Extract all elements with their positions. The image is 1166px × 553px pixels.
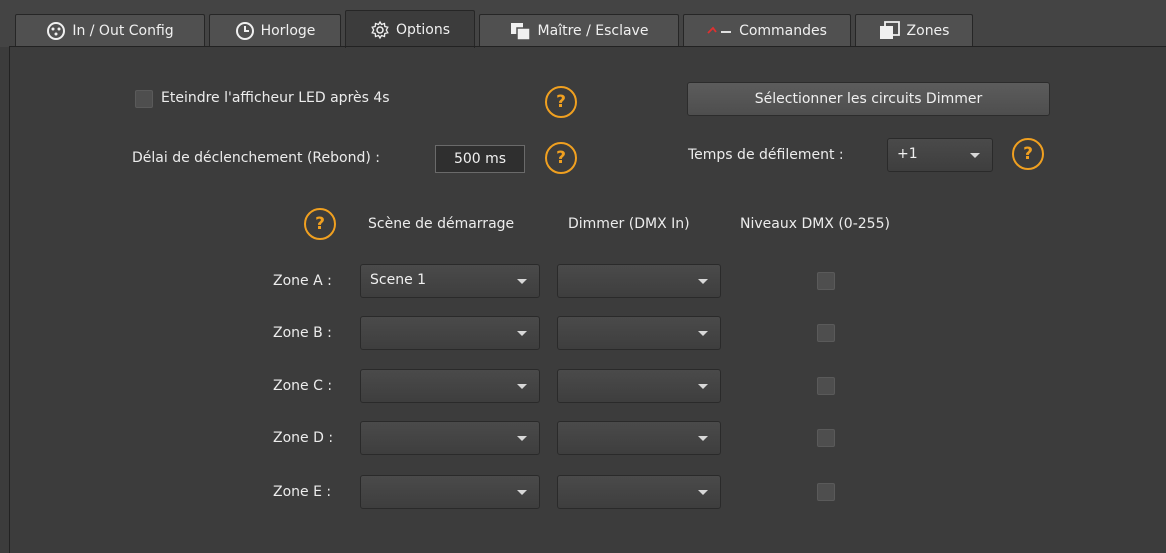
zone-b-dmx-levels-checkbox[interactable] (817, 324, 835, 342)
help-icon-scroll[interactable]: ? (1012, 138, 1044, 170)
chevron-down-icon (698, 331, 708, 336)
zone-c-dmx-levels-checkbox[interactable] (817, 377, 835, 395)
tab-in-out-config[interactable]: In / Out Config (15, 14, 205, 47)
zone-d-scene-select[interactable] (360, 421, 540, 455)
zone-b-label: Zone B : (273, 325, 332, 341)
tab-horloge[interactable]: Horloge (209, 14, 341, 47)
chevron-down-icon (698, 490, 708, 495)
header-dmx-levels: Niveaux DMX (0-255) (740, 216, 890, 232)
chevron-down-icon (698, 384, 708, 389)
tab-zones[interactable]: Zones (855, 14, 973, 47)
zone-a-dmx-levels-checkbox[interactable] (817, 272, 835, 290)
chevron-down-icon (517, 331, 527, 336)
scroll-time-label: Temps de défilement : (688, 147, 844, 163)
zone-d-dmx-levels-checkbox[interactable] (817, 429, 835, 447)
scroll-time-select[interactable]: +1 (887, 138, 993, 172)
clock-icon (235, 21, 255, 41)
tab-label: Horloge (260, 23, 316, 39)
zone-d-dimmer-select[interactable] (557, 421, 721, 455)
header-start-scene: Scène de démarrage (368, 216, 515, 232)
help-icon-led[interactable]: ? (545, 86, 577, 118)
tab-label: In / Out Config (72, 23, 174, 39)
zone-c-scene-select[interactable] (360, 369, 540, 403)
zone-e-dimmer-select[interactable] (557, 475, 721, 509)
master-slave-icon (510, 21, 532, 41)
commands-icon (707, 24, 733, 38)
delay-label: Délai de déclenchement (Rebond) : (132, 150, 380, 166)
zone-e-scene-select[interactable] (360, 475, 540, 509)
select-dimmer-circuits-button[interactable]: Sélectionner les circuits Dimmer (687, 82, 1050, 116)
zone-a-label: Zone A : (273, 273, 332, 289)
chevron-down-icon (517, 279, 527, 284)
help-icon-zones[interactable]: ? (304, 208, 336, 240)
help-icon-delay[interactable]: ? (545, 142, 577, 174)
zone-e-label: Zone E : (273, 484, 332, 500)
delay-input[interactable]: 500 ms (435, 145, 525, 173)
chevron-down-icon (517, 436, 527, 441)
chevron-down-icon (517, 490, 527, 495)
led-off-checkbox[interactable] (135, 90, 153, 108)
gear-icon (370, 20, 390, 40)
tab-bar: In / Out Config Horloge Options Maître /… (0, 0, 1166, 48)
zone-a-scene-select[interactable]: Scene 1 (360, 264, 540, 298)
zone-b-dimmer-select[interactable] (557, 316, 721, 350)
zone-a-dimmer-select[interactable] (557, 264, 721, 298)
scroll-time-value: +1 (897, 146, 918, 162)
dmx-connector-icon (46, 21, 66, 41)
zones-icon (879, 21, 901, 41)
chevron-down-icon (698, 436, 708, 441)
tab-options[interactable]: Options (345, 10, 475, 48)
chevron-down-icon (517, 384, 527, 389)
zone-c-label: Zone C : (273, 378, 333, 394)
tab-label: Options (395, 21, 451, 38)
chevron-down-icon (698, 279, 708, 284)
tab-label: Zones (906, 23, 950, 39)
tab-label: Maître / Esclave (537, 23, 649, 39)
zone-e-dmx-levels-checkbox[interactable] (817, 483, 835, 501)
chevron-down-icon (970, 153, 980, 158)
tab-maitre-esclave[interactable]: Maître / Esclave (479, 14, 679, 47)
led-off-label: Eteindre l'afficheur LED après 4s (161, 90, 390, 106)
zone-b-scene-select[interactable] (360, 316, 540, 350)
header-dimmer: Dimmer (DMX In) (568, 216, 690, 232)
zone-a-scene-value: Scene 1 (370, 272, 427, 288)
zone-d-label: Zone D : (273, 430, 334, 446)
tab-label: Commandes (739, 23, 827, 39)
tab-commandes[interactable]: Commandes (683, 14, 851, 47)
zone-c-dimmer-select[interactable] (557, 369, 721, 403)
